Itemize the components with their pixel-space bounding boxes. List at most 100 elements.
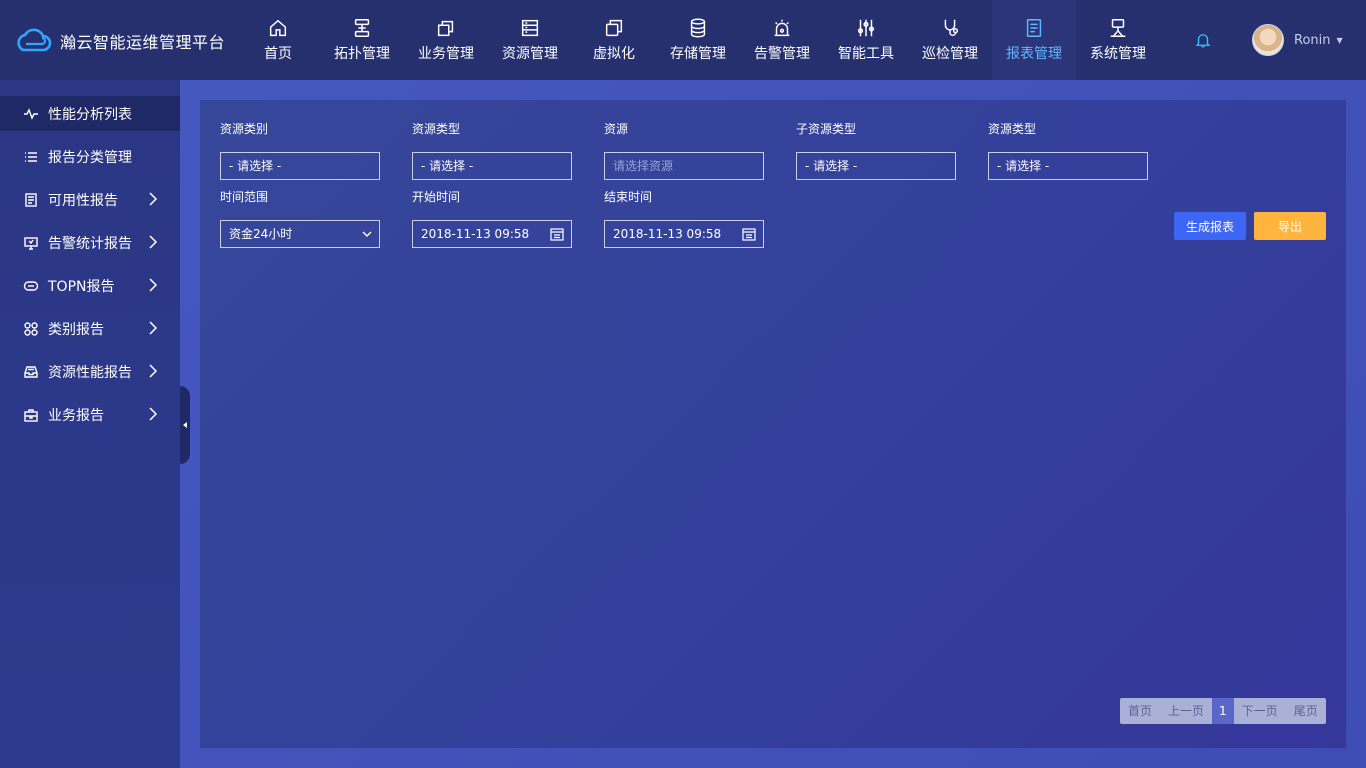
sidebar-item-label: TOPN报告: [48, 278, 115, 295]
current-page[interactable]: 1: [1212, 698, 1234, 724]
nav-item-alarm[interactable]: 告警管理: [740, 0, 824, 80]
nav-item-report[interactable]: 报表管理: [992, 0, 1076, 80]
nav-label: 系统管理: [1090, 46, 1146, 62]
nav-label: 告警管理: [754, 46, 810, 62]
sidebar-item-business-report[interactable]: 业务报告: [0, 397, 180, 432]
sidebar-item-availability-report[interactable]: 可用性报告: [0, 182, 180, 217]
nav-item-business[interactable]: 业务管理: [404, 0, 488, 80]
sidebar-collapse-toggle[interactable]: [180, 386, 190, 464]
field-label: 结束时间: [604, 190, 653, 204]
date-value: 2018-11-13 09:58: [421, 227, 530, 241]
nav-item-inspection[interactable]: 巡检管理: [908, 0, 992, 80]
sub-resource-type-select[interactable]: - 请选择 -: [796, 152, 956, 180]
nav-label: 资源管理: [502, 46, 558, 62]
select-value: - 请选择 -: [421, 159, 474, 173]
resource-category-select[interactable]: - 请选择 -: [220, 152, 380, 180]
nav-label: 巡检管理: [922, 46, 978, 62]
sidebar-item-label: 告警统计报告: [48, 235, 132, 252]
logo[interactable]: 瀚云智能运维管理平台: [14, 28, 225, 54]
calendar-icon[interactable]: [550, 227, 564, 241]
field-label: 资源类型: [988, 122, 1037, 136]
nav-item-home[interactable]: 首页: [236, 0, 320, 80]
end-time-input[interactable]: 2018-11-13 09:58: [604, 220, 764, 248]
resource-icon: [521, 19, 539, 37]
chevron-right-icon: [148, 321, 158, 335]
select-value: 资金24小时: [229, 227, 293, 241]
field-label: 时间范围: [220, 190, 269, 204]
nav-item-topology[interactable]: 拓扑管理: [320, 0, 404, 80]
sidebar-item-label: 可用性报告: [48, 192, 118, 209]
resource-input[interactable]: [604, 152, 764, 180]
inbox-icon: [22, 363, 40, 381]
pagination: 首页 上一页 1 下一页 尾页: [1120, 698, 1326, 724]
sidebar-item-topn-report[interactable]: TOPN报告: [0, 268, 180, 303]
resource-type-field: 资源类型 - 请选择 -: [412, 122, 572, 180]
top-navigation-bar: 瀚云智能运维管理平台 首页 拓扑管理 业务管理 资源管理 虚拟化 存储管理 告警…: [0, 0, 1366, 80]
chevron-right-icon: [148, 364, 158, 378]
nav-label: 存储管理: [670, 46, 726, 62]
field-label: 子资源类型: [796, 122, 857, 136]
export-button[interactable]: 导出: [1254, 212, 1326, 240]
nav-item-tools[interactable]: 智能工具: [824, 0, 908, 80]
prev-page-button[interactable]: 上一页: [1160, 698, 1212, 724]
nav-label: 首页: [264, 46, 292, 62]
system-icon: [1110, 19, 1126, 37]
next-page-button[interactable]: 下一页: [1234, 698, 1286, 724]
inspection-icon: [944, 19, 959, 36]
start-time-field: 开始时间 2018-11-13 09:58: [412, 190, 572, 248]
nav-label: 业务管理: [418, 46, 474, 62]
end-time-field: 结束时间 2018-11-13 09:58: [604, 190, 764, 248]
resource-type-2-select[interactable]: - 请选择 -: [988, 152, 1148, 180]
nav-label: 报表管理: [1006, 46, 1062, 62]
business-icon: [437, 20, 454, 37]
user-menu[interactable]: Ronin ▼: [1252, 24, 1343, 56]
monitor-icon: [22, 234, 40, 252]
nav-label: 拓扑管理: [334, 46, 390, 62]
chevron-right-icon: [148, 407, 158, 421]
sidebar-item-performance-list[interactable]: 性能分析列表: [0, 96, 180, 131]
select-value: - 请选择 -: [997, 159, 1050, 173]
tools-icon: [857, 19, 875, 37]
time-range-select[interactable]: 资金24小时: [220, 220, 380, 248]
cloud-logo-icon: [17, 28, 52, 52]
first-page-button[interactable]: 首页: [1120, 698, 1160, 724]
chevron-right-icon: [148, 192, 158, 206]
resource-type-2-field: 资源类型 - 请选择 -: [988, 122, 1148, 180]
resource-field: 资源: [604, 122, 764, 180]
start-time-input[interactable]: 2018-11-13 09:58: [412, 220, 572, 248]
select-value: - 请选择 -: [805, 159, 858, 173]
nav-item-system[interactable]: 系统管理: [1076, 0, 1160, 80]
select-value: - 请选择 -: [229, 159, 282, 173]
sidebar: 性能分析列表 报告分类管理 可用性报告 告警统计报告 TOPN报告 类别报告 资…: [0, 80, 180, 768]
calendar-icon[interactable]: [742, 227, 756, 241]
sidebar-item-category-report[interactable]: 类别报告: [0, 311, 180, 346]
sidebar-item-resource-performance-report[interactable]: 资源性能报告: [0, 354, 180, 389]
nav-item-virtualization[interactable]: 虚拟化: [572, 0, 656, 80]
last-page-button[interactable]: 尾页: [1286, 698, 1326, 724]
sidebar-item-label: 资源性能报告: [48, 364, 132, 381]
notification-bell[interactable]: [1194, 31, 1212, 49]
generate-report-button[interactable]: 生成报表: [1174, 212, 1246, 240]
alarm-icon: [774, 19, 790, 37]
home-icon: [269, 19, 287, 37]
user-name: Ronin: [1294, 32, 1331, 48]
resource-type-select[interactable]: - 请选择 -: [412, 152, 572, 180]
field-label: 开始时间: [412, 190, 461, 204]
sidebar-item-label: 性能分析列表: [48, 106, 132, 123]
sidebar-item-label: 类别报告: [48, 321, 104, 338]
briefcase-icon: [22, 406, 40, 424]
storage-icon: [690, 18, 706, 38]
nav-item-storage[interactable]: 存储管理: [656, 0, 740, 80]
sidebar-item-alarm-stats-report[interactable]: 告警统计报告: [0, 225, 180, 260]
main-nav: 首页 拓扑管理 业务管理 资源管理 虚拟化 存储管理 告警管理 智能工具 巡检管…: [236, 0, 1160, 80]
field-label: 资源: [604, 122, 629, 136]
report-icon: [1026, 19, 1042, 37]
caret-down-icon: ▼: [1336, 35, 1343, 45]
nav-label: 虚拟化: [593, 46, 635, 62]
document-icon: [22, 191, 40, 209]
topn-icon: [22, 277, 40, 295]
bell-icon: [1195, 34, 1211, 48]
nav-item-resource[interactable]: 资源管理: [488, 0, 572, 80]
chevron-right-icon: [148, 278, 158, 292]
sidebar-item-report-category[interactable]: 报告分类管理: [0, 139, 180, 174]
